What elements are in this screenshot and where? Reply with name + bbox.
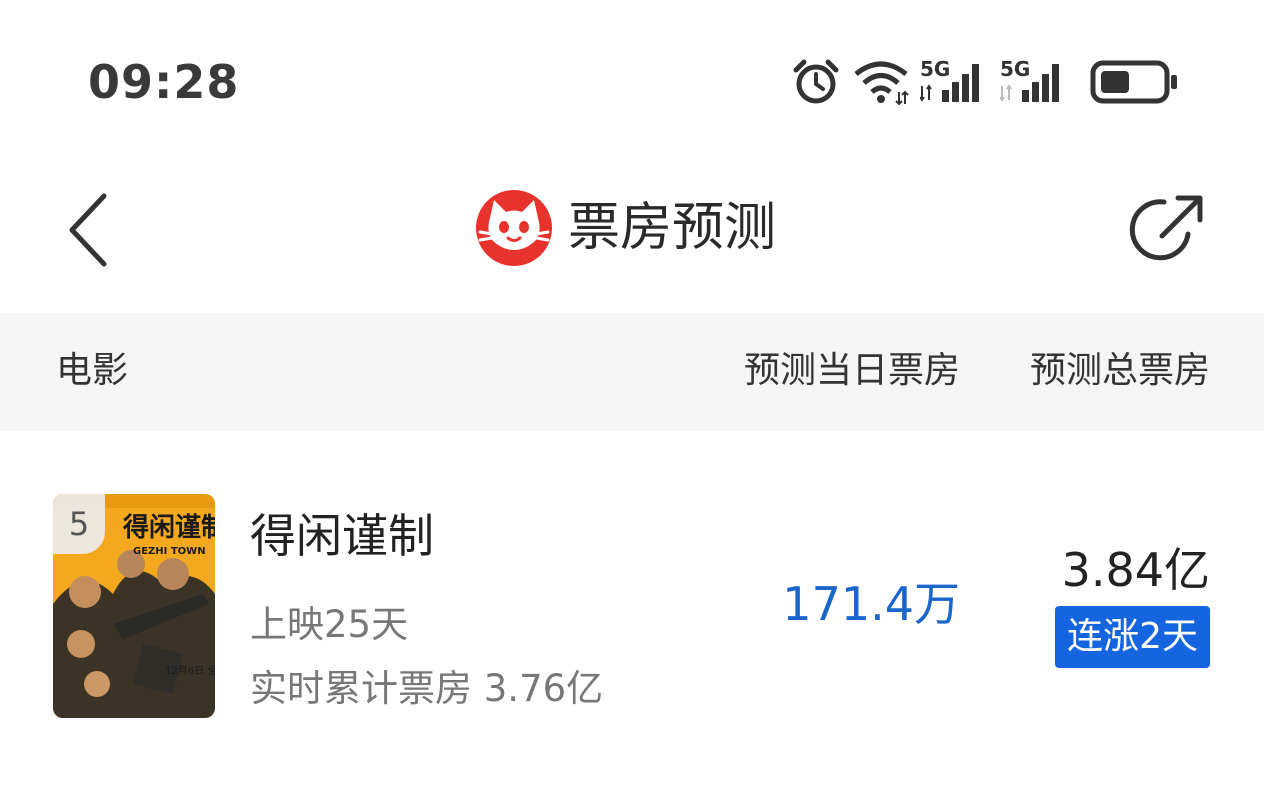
alarm-icon [793,59,839,104]
rank-badge: 5 [53,494,105,554]
nav-bar: 票房预测 [0,160,1264,310]
table-row[interactable]: 得闲谨制 GEZHI TOWN 12月6日 全国上映 5 得闲谨制 上映25天 … [0,470,1264,750]
movie-title: 得闲谨制 [250,509,434,563]
status-bar: 09:28 5G 5G [0,0,1264,160]
page-title: 票房预测 [568,198,777,258]
poster-title-text: 得闲谨制 [122,513,215,543]
predicted-day-value: 171.4万 [782,577,960,631]
network-label-1: 5G [920,57,950,81]
column-header-predicted-total[interactable]: 预测总票房 [1030,349,1210,393]
5g-signal-icon: 5G [920,57,979,102]
table-header: 电影 预测当日票房 预测总票房 [0,313,1264,431]
poster-release-text: 12月6日 全国上映 [165,664,215,677]
predicted-total-value: 3.84亿 [1061,543,1210,597]
wifi-icon [854,61,909,106]
back-button[interactable] [60,190,120,270]
cumulative-box-office: 实时累计票房 3.76亿 [250,667,604,710]
maoyan-logo-icon [476,190,552,266]
poster-subtitle-text: GEZHI TOWN [133,546,206,557]
network-label-2: 5G [1000,57,1030,81]
5g-signal-icon: 5G [1000,57,1059,102]
share-button[interactable] [1128,190,1208,270]
battery-icon [1090,60,1177,104]
column-header-predicted-day[interactable]: 预测当日票房 [744,349,960,393]
nav-title-group: 票房预测 [474,188,776,268]
column-header-movie: 电影 [56,350,129,391]
trend-badge: 连涨2天 [1055,606,1210,668]
days-showing: 上映25天 [250,603,409,646]
status-time: 09:28 [88,55,240,109]
